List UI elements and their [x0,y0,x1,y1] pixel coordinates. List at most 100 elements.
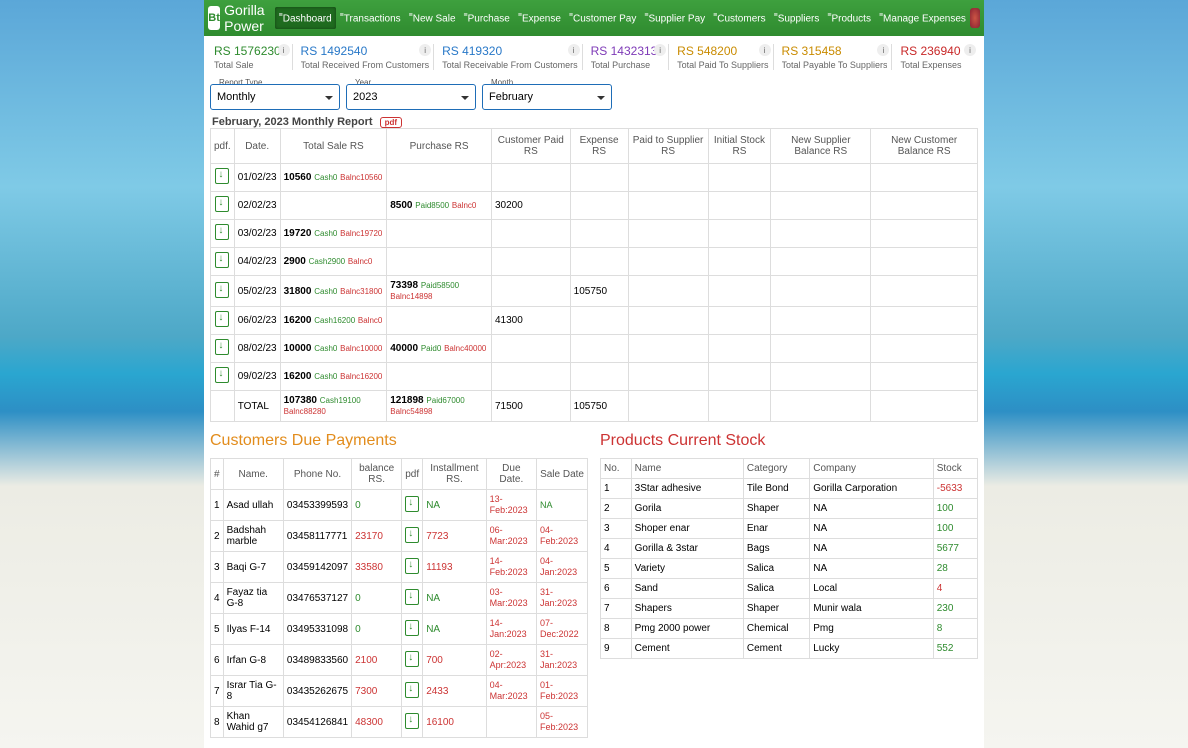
table-row: 08/02/2310000 Cash0 Balnc1000040000 Paid… [211,335,978,363]
nav-customer-pay[interactable]: ≡Customer Pay [565,7,640,29]
table-row: 04/02/232900 Cash2900 Balnc0 [211,248,978,276]
stat-value: RS 1576230 [214,44,288,58]
table-row: 5VarietySalicaNA28 [601,559,978,579]
app-wrapper: Bt Gorilla Power ≡Dashboard≡Transactions… [204,0,984,748]
table-row: 1Asad ullah034533995930NA13-Feb:2023NA [211,490,588,521]
pdf-download-icon[interactable] [405,496,419,512]
stat-card: RS 1492540 Total Received From Customers i [297,44,435,70]
column-header: Name. [223,459,283,490]
pdf-download-icon[interactable] [215,168,229,184]
table-row: 2Badshah marble0345811777123170772306-Ma… [211,521,588,552]
nav-transactions[interactable]: ≡Transactions [336,7,405,29]
pdf-download-icon[interactable] [215,224,229,240]
column-header: Due Date. [486,459,536,490]
nav-expense[interactable]: ≡Expense [514,7,565,29]
stat-value: RS 1432313 [591,44,665,58]
column-header: pdf. [211,129,235,164]
products-stock-title: Products Current Stock [600,432,978,450]
info-icon[interactable]: i [278,44,290,56]
column-header: Installment RS. [423,459,486,490]
monthly-report-table: pdf.Date.Total Sale RSPurchase RSCustome… [210,128,978,422]
pdf-download-icon[interactable] [215,367,229,383]
table-row: 8Pmg 2000 powerChemicalPmg8 [601,619,978,639]
stat-label: Total Expenses [900,60,974,70]
info-icon[interactable]: i [654,44,666,56]
stat-value: RS 419320 [442,44,578,58]
table-row: 13Star adhesiveTile BondGorilla Carporat… [601,479,978,499]
table-row: 02/02/238500 Paid8500 Balnc030200 [211,192,978,220]
nav-products[interactable]: ≡Products [823,7,875,29]
table-row: 4Gorilla & 3starBagsNA5677 [601,539,978,559]
info-icon[interactable]: i [568,44,580,56]
stat-card: RS 236940 Total Expenses i [896,44,978,70]
pdf-download-icon[interactable] [405,589,419,605]
table-row: 3Shoper enarEnarNA100 [601,519,978,539]
pdf-download-icon[interactable] [405,620,419,636]
pdf-download-icon[interactable] [215,282,229,298]
stat-label: Total Sale [214,60,288,70]
column-header: Company [810,459,934,479]
table-row: 7ShapersShaperMunir wala230 [601,599,978,619]
table-row: 8Khan Wahid g703454126841483001610005-Fe… [211,707,588,738]
pdf-download-icon[interactable] [215,252,229,268]
report-type-select[interactable]: Monthly [210,84,340,110]
pdf-download-icon[interactable] [215,196,229,212]
table-row: 9CementCementLucky552 [601,639,978,659]
stats-row: RS 1576230Total SaleiRS 1492540Total Rec… [204,36,984,78]
stat-card: RS 1576230 Total Sale i [210,44,293,70]
table-row: 03/02/2319720 Cash0 Balnc19720 [211,220,978,248]
info-icon[interactable]: i [877,44,889,56]
table-row: 5Ilyas F-14034953310980NA14-Jan:202307-D… [211,614,588,645]
stat-value: RS 1492540 [301,44,430,58]
nav-dashboard[interactable]: ≡Dashboard [275,7,336,29]
pdf-download-icon[interactable] [405,558,419,574]
nav-new-sale[interactable]: ≡New Sale [405,7,460,29]
nav-supplier-pay[interactable]: ≡Supplier Pay [640,7,709,29]
column-header: # [211,459,224,490]
table-row: 09/02/2316200 Cash0 Balnc16200 [211,363,978,391]
table-row: 6SandSalicaLocal4 [601,579,978,599]
nav-customers[interactable]: ≡Customers [709,7,769,29]
year-select[interactable]: 2023 [346,84,476,110]
customers-due-panel: Customers Due Payments #Name.Phone No.ba… [210,432,588,738]
table-row: 01/02/2310560 Cash0 Balnc10560 [211,164,978,192]
app-badge-icon[interactable] [970,8,980,28]
column-header: No. [601,459,632,479]
column-header: Category [743,459,809,479]
stat-card: RS 419320Total Receivable From Customers… [438,44,583,70]
pdf-download-icon[interactable] [215,311,229,327]
pdf-download-icon[interactable] [405,651,419,667]
nav-suppliers[interactable]: ≡Suppliers [770,7,824,29]
table-row: 3Baqi G-703459142097335801119314-Feb:202… [211,552,588,583]
column-header: Name [631,459,743,479]
column-header: Phone No. [283,459,351,490]
stat-card: RS 548200Total Paid To Suppliersi [673,44,773,70]
nav-purchase[interactable]: ≡Purchase [460,7,514,29]
column-header: Stock [933,459,977,479]
info-icon[interactable]: i [964,44,976,56]
table-row: 2GorilaShaperNA100 [601,499,978,519]
table-row: 7Israr Tia G-8034352626757300243304-Mar:… [211,676,588,707]
month-select[interactable]: February [482,84,612,110]
pdf-download-icon[interactable] [405,713,419,729]
info-icon[interactable]: i [759,44,771,56]
report-title: February, 2023 Monthly Report pdf [204,116,984,128]
stat-value: RS 236940 [900,44,974,58]
nav-manage-expenses[interactable]: ≡Manage Expenses [875,7,970,29]
column-header: New Customer Balance RS [871,129,978,164]
stat-value: RS 315458 [782,44,888,58]
table-row: 05/02/2331800 Cash0 Balnc3180073398 Paid… [211,276,978,307]
stat-label: Total Received From Customers [301,60,430,70]
pdf-download-icon[interactable] [215,339,229,355]
report-pdf-badge[interactable]: pdf [380,117,402,128]
table-row: 4Fayaz tia G-8034765371270NA03-Mar:20233… [211,583,588,614]
pdf-download-icon[interactable] [405,682,419,698]
stat-card: RS 1432313Total Purchasei [587,44,670,70]
column-header: Initial Stock RS [708,129,771,164]
pdf-download-icon[interactable] [405,527,419,543]
info-icon[interactable]: i [419,44,431,56]
stat-label: Total Payable To Suppliers [782,60,888,70]
filters-row: Report Type Monthly Year 2023 Month Febr… [204,78,984,116]
customers-due-table: #Name.Phone No.balance RS.pdfInstallment… [210,458,588,738]
brand-name: Gorilla Power [224,2,267,34]
